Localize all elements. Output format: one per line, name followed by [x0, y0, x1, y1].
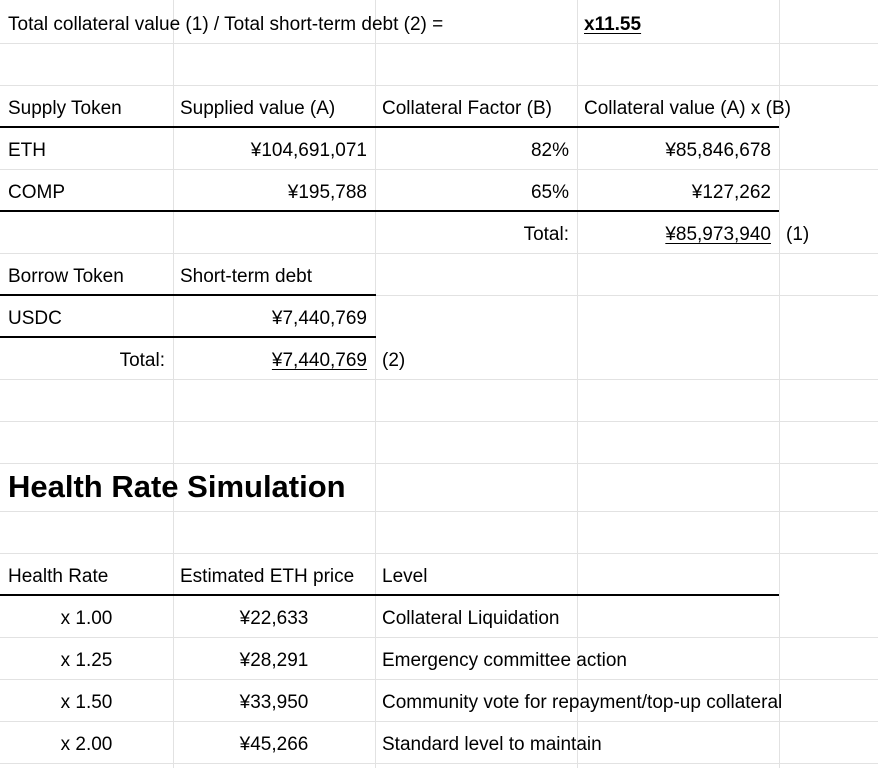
- gridline: [0, 421, 878, 422]
- borrow-total-border: [0, 336, 376, 338]
- simulation-row-rate[interactable]: x 1.00: [0, 608, 173, 630]
- simulation-header-level[interactable]: Level: [382, 566, 427, 588]
- supply-header-supplied[interactable]: Supplied value (A): [180, 98, 335, 120]
- supply-row-collateral[interactable]: ¥85,846,678: [577, 140, 771, 162]
- simulation-row-rate[interactable]: x 2.00: [0, 734, 173, 756]
- simulation-row-level[interactable]: Community vote for repayment/top-up coll…: [382, 692, 782, 714]
- borrow-header-debt[interactable]: Short-term debt: [180, 266, 312, 288]
- gridline: [0, 679, 878, 680]
- supply-row-supplied[interactable]: ¥104,691,071: [173, 140, 367, 162]
- borrow-row-debt[interactable]: ¥7,440,769: [173, 308, 367, 330]
- gridline: [0, 553, 878, 554]
- supply-total-label[interactable]: Total:: [375, 224, 569, 246]
- supply-row-collateral[interactable]: ¥127,262: [577, 182, 771, 204]
- simulation-title[interactable]: Health Rate Simulation: [8, 469, 346, 505]
- supply-total-value[interactable]: ¥85,973,940: [577, 224, 771, 246]
- simulation-row-level[interactable]: Emergency committee action: [382, 650, 627, 672]
- simulation-row-price[interactable]: ¥33,950: [173, 692, 375, 714]
- simulation-row-rate[interactable]: x 1.50: [0, 692, 173, 714]
- simulation-row-level[interactable]: Standard level to maintain: [382, 734, 602, 756]
- gridline: [375, 0, 376, 768]
- supply-header-collateral[interactable]: Collateral value (A) x (B): [584, 98, 791, 120]
- gridline: [0, 253, 878, 254]
- gridline: [0, 463, 878, 464]
- gridline: [0, 763, 878, 764]
- supply-header-border: [0, 126, 779, 128]
- supply-total-border: [0, 210, 779, 212]
- supply-row-supplied[interactable]: ¥195,788: [173, 182, 367, 204]
- simulation-header-price[interactable]: Estimated ETH price: [180, 566, 354, 588]
- simulation-header-border: [0, 594, 779, 596]
- borrow-total-label[interactable]: Total:: [0, 350, 165, 372]
- gridline: [0, 169, 878, 170]
- borrow-total-value[interactable]: ¥7,440,769: [173, 350, 367, 372]
- simulation-row-price[interactable]: ¥22,633: [173, 608, 375, 630]
- gridline: [0, 511, 878, 512]
- borrow-header-border: [0, 294, 376, 296]
- gridline: [0, 721, 878, 722]
- supply-row-factor[interactable]: 82%: [375, 140, 569, 162]
- supply-row-factor[interactable]: 65%: [375, 182, 569, 204]
- supply-total-note[interactable]: (1): [786, 224, 809, 246]
- gridline: [0, 43, 878, 44]
- gridline: [0, 637, 878, 638]
- simulation-row-level[interactable]: Collateral Liquidation: [382, 608, 559, 630]
- ratio-label[interactable]: Total collateral value (1) / Total short…: [8, 14, 568, 36]
- simulation-header-rate[interactable]: Health Rate: [8, 566, 108, 588]
- borrow-total-note[interactable]: (2): [382, 350, 405, 372]
- supply-header-token[interactable]: Supply Token: [8, 98, 122, 120]
- supply-header-factor[interactable]: Collateral Factor (B): [382, 98, 552, 120]
- gridline: [0, 379, 878, 380]
- simulation-row-rate[interactable]: x 1.25: [0, 650, 173, 672]
- supply-row-token[interactable]: ETH: [8, 140, 46, 162]
- simulation-row-price[interactable]: ¥45,266: [173, 734, 375, 756]
- borrow-header-token[interactable]: Borrow Token: [8, 266, 124, 288]
- simulation-row-price[interactable]: ¥28,291: [173, 650, 375, 672]
- borrow-row-token[interactable]: USDC: [8, 308, 62, 330]
- supply-row-token[interactable]: COMP: [8, 182, 65, 204]
- gridline: [0, 85, 878, 86]
- ratio-value[interactable]: x11.55: [584, 14, 774, 36]
